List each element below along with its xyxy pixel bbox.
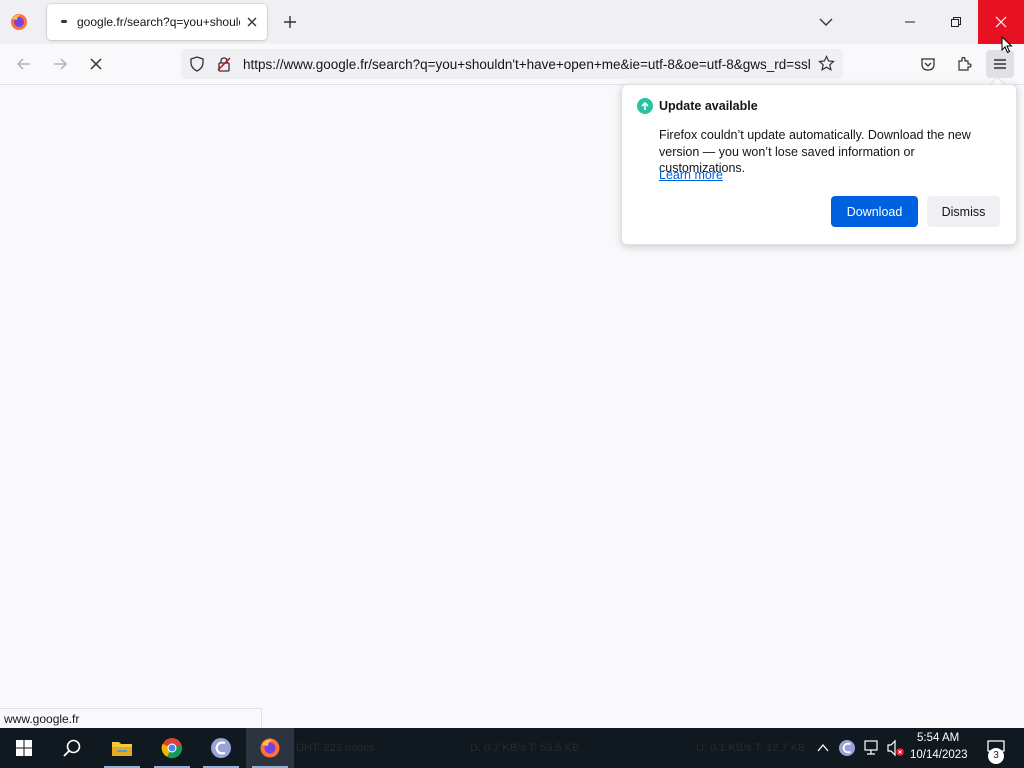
windows-start-icon[interactable] — [0, 728, 48, 768]
qbittorrent-icon[interactable] — [197, 728, 245, 768]
clock-time[interactable]: 5:54 AM — [917, 732, 959, 744]
url-text[interactable]: https://www.google.fr/search?q=you+shoul… — [243, 57, 811, 72]
tab-strip: google.fr/search?q=you+shouldn't+have+op… — [0, 0, 1024, 44]
chrome-icon[interactable] — [148, 728, 196, 768]
navigation-toolbar: https://www.google.fr/search?q=you+shoul… — [0, 44, 1024, 85]
stop-icon[interactable] — [82, 50, 110, 78]
star-icon[interactable] — [818, 55, 835, 75]
firefox-icon[interactable] — [9, 12, 29, 32]
plus-icon[interactable] — [280, 11, 300, 33]
mouse-cursor-icon — [1001, 35, 1013, 57]
dht-status-text: DHT: 223 nodes — [296, 742, 375, 754]
chevron-up-icon[interactable] — [815, 740, 831, 759]
minimize-icon[interactable] — [890, 0, 930, 44]
chevron-down-icon[interactable] — [817, 13, 835, 31]
tab-google-search[interactable]: google.fr/search?q=you+shouldn't+have+op… — [47, 4, 267, 40]
qbittorrent-tray-icon[interactable] — [838, 739, 856, 760]
file-explorer-icon[interactable] — [98, 728, 146, 768]
pocket-icon[interactable] — [914, 50, 942, 78]
network-icon[interactable] — [862, 740, 880, 759]
clock-date[interactable]: 10/14/2023 — [910, 749, 968, 761]
shield-icon[interactable] — [189, 56, 205, 75]
download-speed-text: D: 0.7 KB/s T: 53.5 KB — [470, 742, 580, 754]
status-link-preview: www.google.fr — [0, 708, 262, 728]
firefox-taskbar-icon[interactable] — [246, 728, 294, 768]
tab-title: google.fr/search?q=you+shouldn't+have+op… — [77, 15, 240, 29]
close-icon — [995, 16, 1007, 28]
tab-loading-icon — [61, 20, 67, 23]
back-icon[interactable] — [10, 50, 38, 78]
upload-speed-text: U: 0.1 KB/s T: 12.7 KB — [696, 742, 806, 754]
page-content[interactable] — [0, 85, 1024, 708]
search-icon[interactable] — [48, 728, 96, 768]
url-bar[interactable]: https://www.google.fr/search?q=you+shoul… — [181, 49, 843, 79]
extensions-icon[interactable] — [950, 50, 978, 78]
restore-icon[interactable] — [936, 0, 976, 44]
volume-muted-icon[interactable] — [886, 739, 906, 760]
notification-count-badge: 3 — [988, 748, 1004, 764]
forward-icon[interactable] — [46, 50, 74, 78]
windows-taskbar: DHT: 223 nodes D: 0.7 KB/s T: 53.5 KB U:… — [0, 728, 1024, 768]
close-icon[interactable] — [243, 13, 261, 31]
lock-strike-icon[interactable] — [216, 56, 232, 75]
